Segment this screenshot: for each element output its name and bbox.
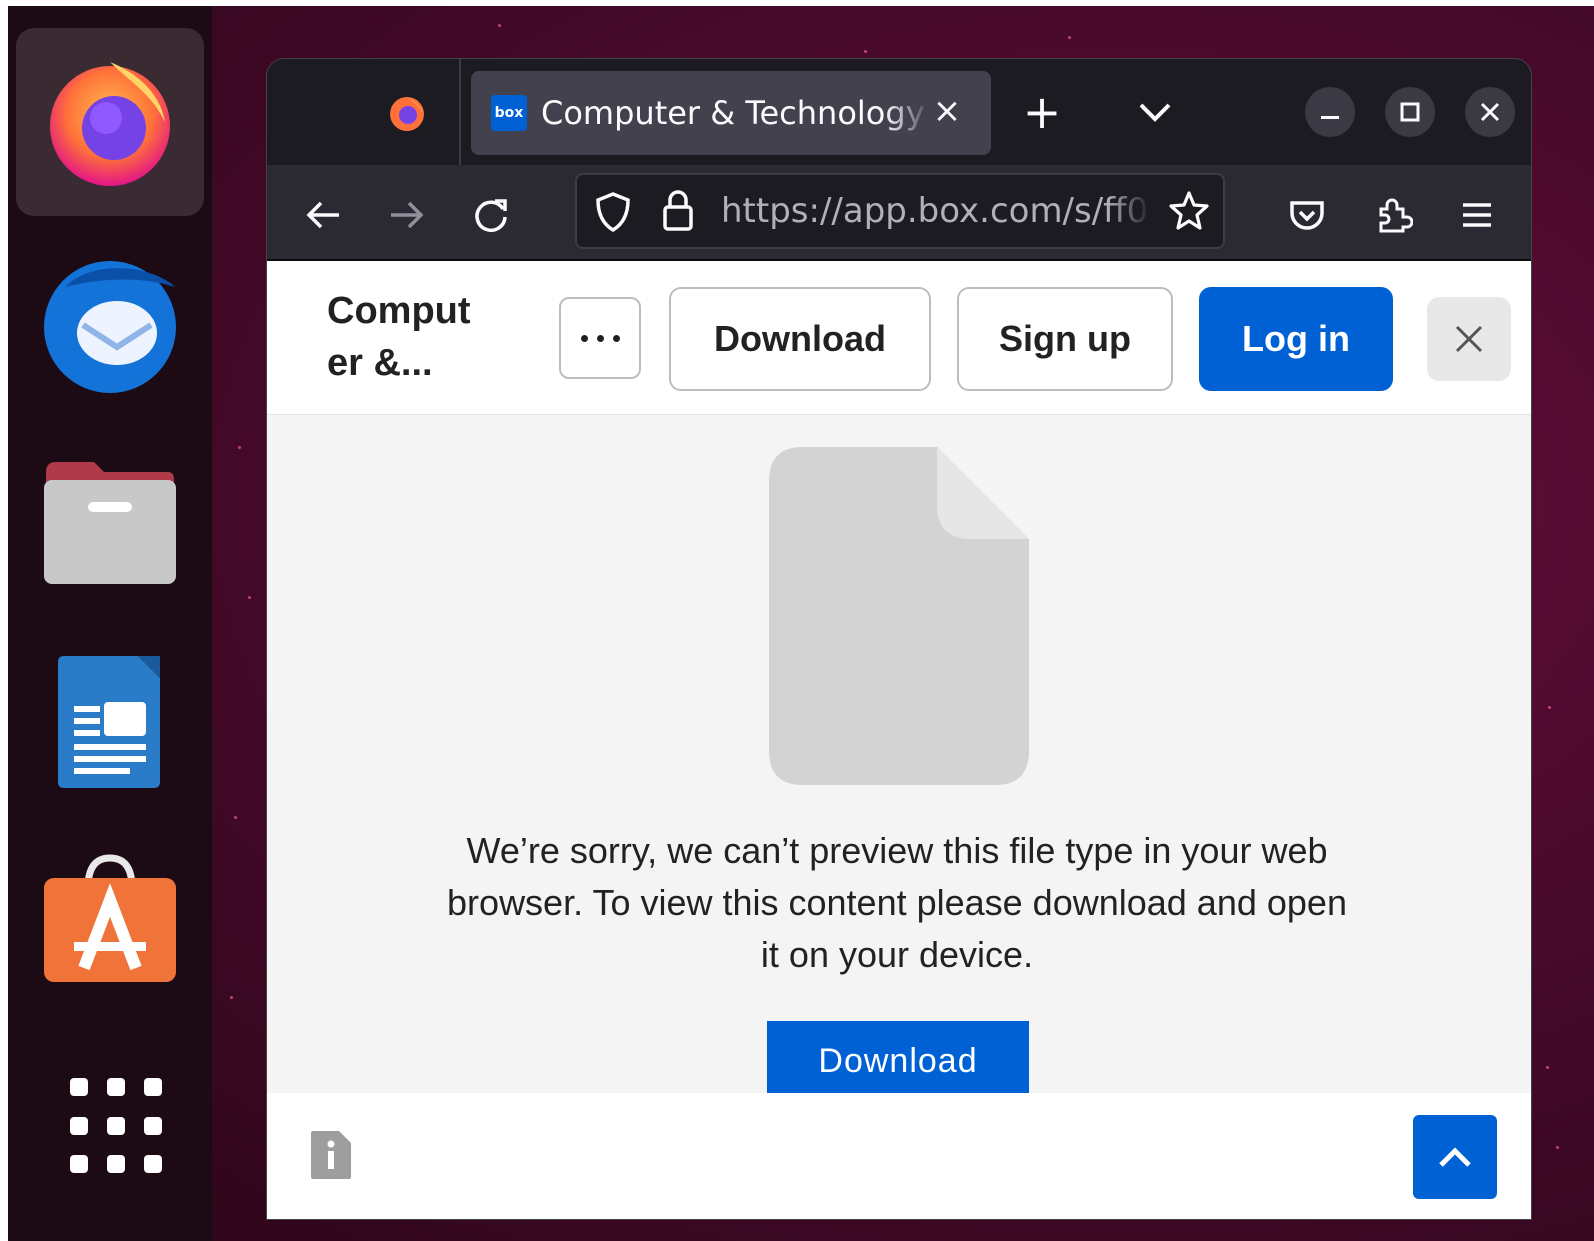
new-tab-button[interactable]: + (1019, 89, 1065, 135)
hamburger-menu-icon (1463, 203, 1491, 227)
tab-separator (459, 59, 461, 165)
web-page: Comput er &... Download Sign up Log in W… (267, 261, 1531, 1219)
nav-bar: https://app.box.com/s/ff0p (267, 165, 1531, 261)
back-button[interactable] (299, 191, 347, 239)
page-footer (267, 1093, 1531, 1219)
reload-icon (475, 199, 507, 232)
dock-item-app-center[interactable] (16, 828, 204, 1016)
app-center-icon (44, 854, 176, 982)
browser-window: box Computer & Technology E × + https://… (266, 58, 1532, 1220)
more-options-button[interactable] (559, 297, 641, 379)
tab-title: Computer & Technology E (541, 94, 931, 132)
close-icon (1455, 325, 1483, 353)
log-in-button[interactable]: Log in (1199, 287, 1393, 391)
dock-item-firefox[interactable] (16, 28, 204, 216)
menu-button[interactable] (1453, 191, 1501, 239)
url-bar[interactable]: https://app.box.com/s/ff0p (575, 173, 1225, 249)
forward-button[interactable] (383, 191, 431, 239)
minimize-button[interactable] (1305, 87, 1355, 137)
sign-up-button[interactable]: Sign up (957, 287, 1173, 391)
dock-item-thunderbird[interactable] (16, 228, 204, 416)
writer-icon (58, 656, 160, 788)
file-info-icon[interactable] (309, 1129, 353, 1181)
close-window-icon (1480, 102, 1500, 122)
close-preview-button[interactable] (1427, 297, 1511, 381)
close-window-button[interactable] (1465, 87, 1515, 137)
puzzle-piece-icon (1379, 198, 1413, 233)
main-download-button[interactable]: Download (767, 1021, 1029, 1101)
dock-item-files[interactable] (16, 428, 204, 616)
tab-bar: box Computer & Technology E × + (267, 59, 1531, 165)
app-grid-icon[interactable] (70, 1078, 166, 1174)
box-favicon-icon: box (491, 95, 527, 131)
back-to-top-button[interactable] (1413, 1115, 1497, 1199)
header-download-button[interactable]: Download (669, 287, 931, 391)
pocket-button[interactable] (1283, 191, 1331, 239)
doc-title: Comput er &... (327, 290, 471, 384)
more-horizontal-icon (580, 334, 620, 342)
bookmark-star-icon[interactable] (1167, 189, 1211, 233)
chevron-down-icon[interactable] (1133, 93, 1177, 133)
minimize-icon (1321, 116, 1339, 119)
dock-item-writer[interactable] (16, 628, 204, 816)
reload-button[interactable] (467, 191, 515, 239)
url-text[interactable]: https://app.box.com/s/ff0p (721, 191, 1151, 231)
page-header: Comput er &... Download Sign up Log in (267, 261, 1531, 415)
arrow-left-icon (306, 201, 339, 229)
firefox-icon (50, 62, 170, 186)
pocket-icon (1290, 201, 1324, 230)
tab-close-icon[interactable]: × (927, 91, 967, 131)
tab-active[interactable]: box Computer & Technology E × (471, 71, 991, 155)
maximize-button[interactable] (1385, 87, 1435, 137)
arrow-right-icon (391, 201, 424, 229)
chevron-up-icon (1439, 1147, 1471, 1167)
preview-unavailable-message: We’re sorry, we can’t preview this file … (447, 830, 1347, 975)
firefox-view-icon[interactable] (387, 93, 427, 133)
shield-icon[interactable] (593, 191, 633, 233)
extensions-button[interactable] (1369, 191, 1417, 239)
files-icon (44, 462, 176, 584)
file-placeholder-icon (769, 447, 1029, 785)
dock (8, 6, 212, 1241)
lock-icon[interactable] (661, 189, 695, 233)
maximize-icon (1400, 102, 1420, 122)
thunderbird-icon (44, 261, 176, 393)
